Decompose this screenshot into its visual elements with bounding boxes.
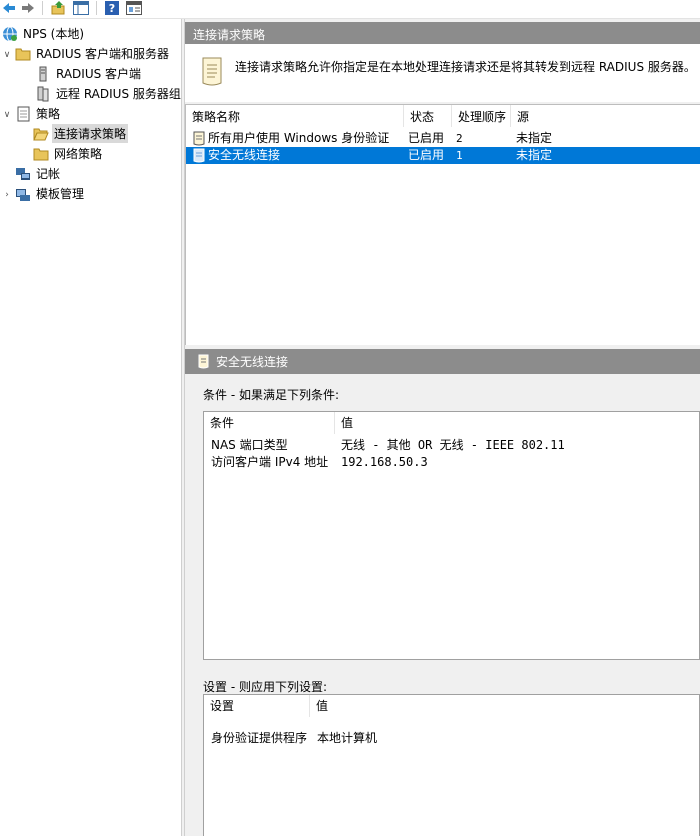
tree-item-remote-radius-groups[interactable]: 远程 RADIUS 服务器组 [35, 84, 181, 103]
accounting-icon [16, 167, 30, 180]
condition-value: 无线 - 其他 OR 无线 - IEEE 802.11 [341, 438, 565, 452]
column-header-source[interactable]: 源 [511, 105, 700, 127]
tree-label: 网络策略 [54, 147, 103, 161]
conditions-panel: 条件 值 NAS 端口类型 无线 - 其他 OR 无线 - IEEE 802.1… [203, 411, 700, 660]
tree-label: 模板管理 [36, 187, 85, 201]
svg-text:?: ? [109, 2, 115, 15]
column-header-setting[interactable]: 设置 [204, 695, 310, 717]
tree-item-radius-clients-servers[interactable]: RADIUS 客户端和服务器 [15, 44, 171, 63]
up-icon[interactable] [50, 0, 68, 16]
toolbar: ? [0, 0, 700, 19]
tree-label: 记帐 [36, 167, 61, 181]
policy-order: 2 [456, 132, 463, 145]
help-icon[interactable]: ? [103, 0, 121, 16]
condition-value: 192.168.50.3 [341, 455, 428, 469]
detail-header: 安全无线连接 [185, 349, 700, 374]
page-title: 连接请求策略 [193, 28, 266, 42]
folder-icon [15, 48, 31, 60]
chevron-down-icon[interactable]: ∨ [2, 110, 12, 120]
settings-panel: 设置 值 身份验证提供程序 本地计算机 [203, 694, 700, 836]
back-icon[interactable] [0, 0, 18, 16]
policy-icon [193, 148, 205, 163]
tree-label: 连接请求策略 [52, 124, 129, 143]
column-header-name[interactable]: 策略名称 [186, 105, 404, 127]
tree-label: NPS (本地) [23, 27, 85, 41]
chevron-down-icon[interactable]: ∨ [2, 50, 12, 60]
server-icon [39, 66, 47, 81]
policy-name: 所有用户使用 Windows 身份验证 [208, 131, 390, 145]
details-pane: 连接请求策略 连接请求策略允许你指定是在本地处理连接请求还是将其转发到远程 RA… [185, 19, 700, 836]
tree-item-nps[interactable]: NPS (本地) [2, 24, 86, 43]
column-header-condition[interactable]: 条件 [204, 412, 335, 434]
server-group-icon [37, 86, 49, 101]
folder-open-icon [33, 128, 49, 140]
policy-source: 未指定 [516, 148, 553, 162]
policy-source: 未指定 [516, 131, 553, 145]
column-header-order[interactable]: 处理顺序 [452, 105, 511, 127]
table-row-selected[interactable]: 安全无线连接 已启用 1 未指定 [186, 147, 700, 164]
tree-label: 策略 [36, 107, 61, 121]
tree-item-radius-clients[interactable]: RADIUS 客户端 [35, 64, 143, 83]
policy-icon [17, 106, 30, 121]
setting-name: 身份验证提供程序 [211, 731, 308, 745]
templates-icon [16, 188, 30, 201]
settings-label: 设置 - 则应用下列设置: [203, 680, 328, 694]
tree-item-accounting[interactable]: 记帐 [15, 164, 62, 183]
tree-item-connection-request-policies[interactable]: 连接请求策略 [33, 124, 129, 143]
policy-list: 策略名称 状态 处理顺序 源 所有用户使用 Windows 身份验证 已启用 2… [185, 104, 700, 345]
condition-name: 访问客户端 IPv4 地址 [211, 455, 329, 469]
detail-title: 安全无线连接 [216, 355, 289, 369]
console-tree: NPS (本地) ∨ RADIUS 客户端和服务器 RADIUS 客户端 远程 … [0, 19, 181, 836]
policy-status: 已启用 [408, 131, 445, 145]
forward-icon[interactable] [19, 0, 37, 16]
show-hide-tree-icon[interactable] [72, 0, 90, 16]
description-text: 连接请求策略允许你指定是在本地处理连接请求还是将其转发到远程 RADIUS 服务… [235, 60, 696, 74]
column-header-value[interactable]: 值 [310, 695, 700, 717]
tree-item-network-policies[interactable]: 网络策略 [33, 144, 104, 163]
tree-label: 远程 RADIUS 服务器组 [56, 87, 181, 101]
conditions-label: 条件 - 如果满足下列条件: [203, 388, 340, 402]
policy-document-icon [202, 57, 222, 86]
table-row[interactable]: 所有用户使用 Windows 身份验证 已启用 2 未指定 [186, 130, 700, 147]
tree-item-templates[interactable]: 模板管理 [15, 184, 86, 203]
policy-order: 1 [456, 149, 463, 162]
condition-name: NAS 端口类型 [211, 438, 288, 452]
column-header-status[interactable]: 状态 [404, 105, 452, 127]
column-header-value[interactable]: 值 [335, 412, 700, 434]
setting-value: 本地计算机 [317, 731, 378, 745]
tree-label: RADIUS 客户端 [56, 67, 142, 81]
chevron-right-icon[interactable]: › [2, 190, 12, 200]
policy-icon [193, 131, 205, 146]
tree-item-policies[interactable]: 策略 [15, 104, 62, 123]
properties-icon[interactable] [125, 0, 143, 16]
folder-icon [33, 148, 49, 160]
policy-name: 安全无线连接 [208, 148, 281, 162]
nps-server-icon [3, 26, 17, 41]
policy-status: 已启用 [408, 148, 445, 162]
tree-label: RADIUS 客户端和服务器 [36, 47, 170, 61]
description-area: 连接请求策略允许你指定是在本地处理连接请求还是将其转发到远程 RADIUS 服务… [185, 44, 700, 102]
policy-icon [198, 354, 209, 369]
